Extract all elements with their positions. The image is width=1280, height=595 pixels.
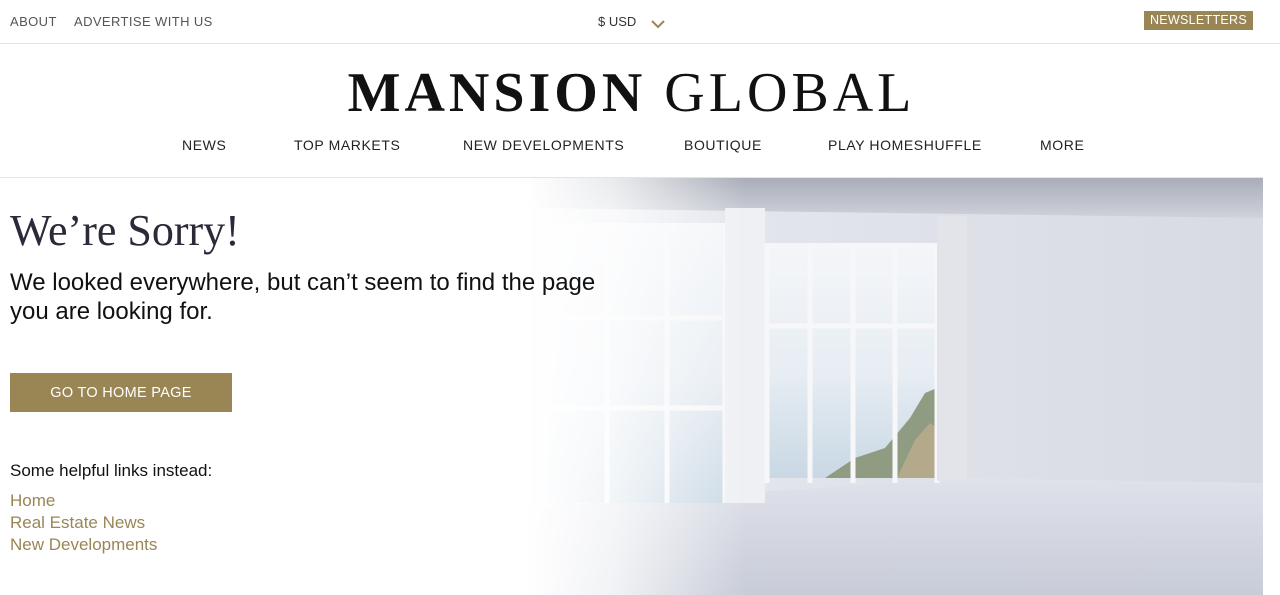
nav-item-more[interactable]: MORE <box>1040 137 1084 153</box>
link-new-developments[interactable]: New Developments <box>10 534 157 556</box>
nav-item-news[interactable]: NEWS <box>182 137 226 153</box>
link-home[interactable]: Home <box>10 490 157 512</box>
nav-item-boutique[interactable]: BOUTIQUE <box>684 137 762 153</box>
main-nav: NEWS TOP MARKETS NEW DEVELOPMENTS BOUTIQ… <box>0 132 1263 178</box>
link-real-estate-news[interactable]: Real Estate News <box>10 512 157 534</box>
nav-item-homeshuffle[interactable]: PLAY HOMESHUFFLE <box>828 137 982 153</box>
advertise-link[interactable]: ADVERTISE WITH US <box>74 14 213 29</box>
logo-word-global: GLOBAL <box>664 62 916 124</box>
currency-selector[interactable]: $ USD <box>598 14 666 29</box>
helpful-links-label: Some helpful links instead: <box>10 461 213 480</box>
helpful-links-list: Home Real Estate News New Developments <box>10 490 157 556</box>
about-link[interactable]: ABOUT <box>10 14 57 29</box>
error-message: We looked everywhere, but can’t seem to … <box>10 269 596 325</box>
page-title: We’re Sorry! <box>10 206 240 255</box>
hero-image-empty-room <box>525 178 1263 595</box>
site-logo[interactable]: MANSION GLOBAL <box>0 58 1263 128</box>
chevron-down-icon <box>650 17 666 28</box>
newsletters-button[interactable]: NEWSLETTERS <box>1143 11 1253 30</box>
nav-item-new-developments[interactable]: NEW DEVELOPMENTS <box>463 137 624 153</box>
logo-word-mansion: MANSION <box>347 62 647 124</box>
currency-label: $ USD <box>598 14 637 29</box>
go-to-home-button[interactable]: GO TO HOME PAGE <box>10 373 232 412</box>
nav-item-top-markets[interactable]: TOP MARKETS <box>294 137 400 153</box>
utility-bar: ABOUT ADVERTISE WITH US $ USD NEWSLETTER… <box>0 0 1280 44</box>
